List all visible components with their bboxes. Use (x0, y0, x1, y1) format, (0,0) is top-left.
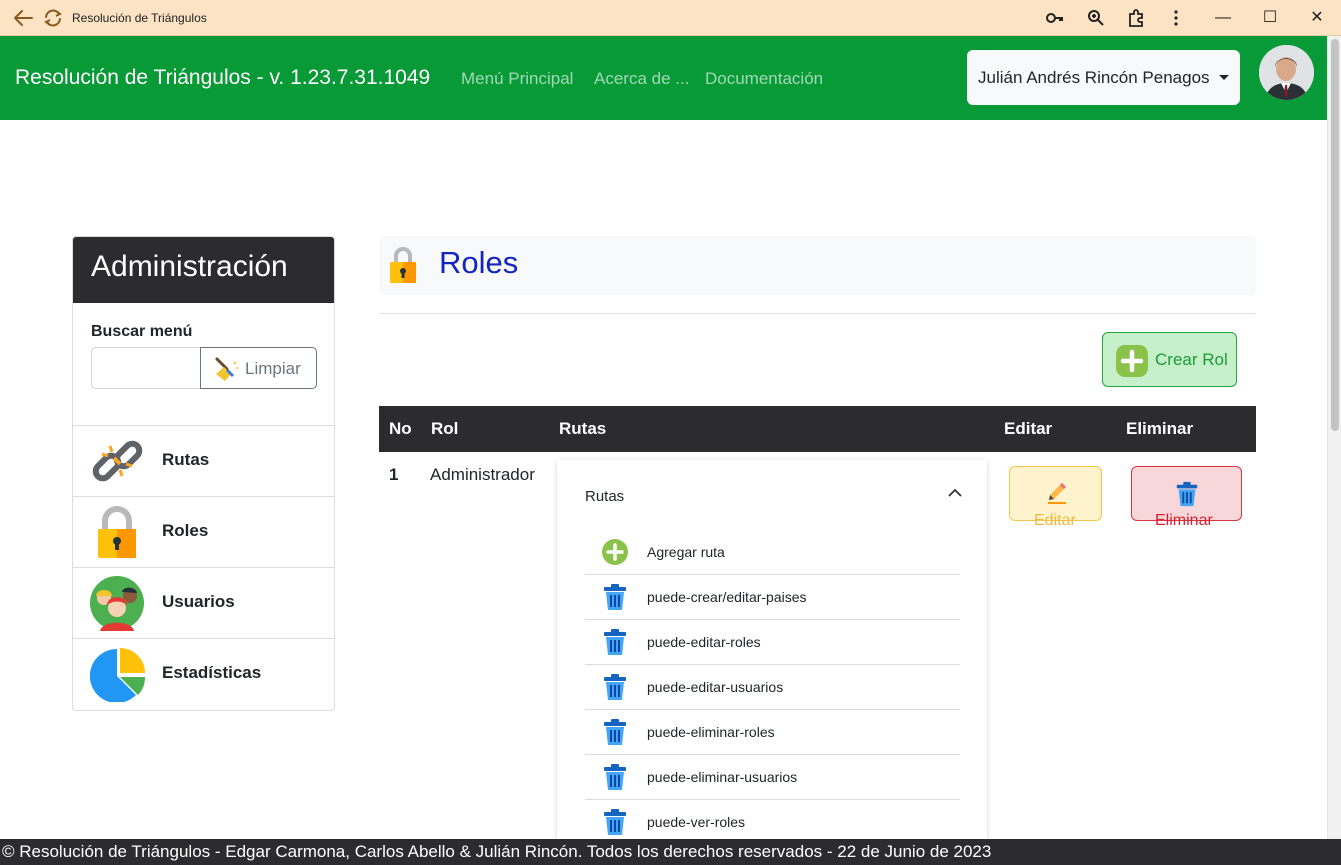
sidebar-item-rutas[interactable]: Rutas (73, 425, 334, 496)
route-label: puede-editar-usuarios (647, 679, 784, 695)
sidebar-item-label: Estadísticas (162, 663, 262, 682)
route-label: puede-eliminar-usuarios (647, 769, 798, 785)
trash-icon[interactable] (601, 673, 629, 701)
route-label: puede-crear/editar-paises (647, 589, 807, 605)
padlock-icon (90, 505, 145, 560)
padlock-icon (389, 246, 417, 284)
table-header: No Rol Rutas Editar Eliminar (379, 406, 1256, 452)
app-brand[interactable]: Resolución de Triángulos - v. 1.23.7.31.… (15, 66, 430, 90)
trash-icon[interactable] (601, 808, 629, 836)
column-header-rol: Rol (431, 419, 459, 438)
route-item[interactable]: puede-editar-usuarios (585, 665, 960, 710)
sidebar-item-label: Rutas (162, 450, 210, 469)
search-menu-label: Buscar menú (91, 323, 193, 340)
extensions-icon[interactable] (1126, 8, 1146, 28)
edit-role-button[interactable]: Editar (1009, 466, 1102, 529)
plus-icon (1115, 344, 1149, 378)
delete-role-label: Eliminar (1155, 512, 1213, 529)
column-header-eliminar: Eliminar (1126, 419, 1194, 438)
chevron-up-icon[interactable] (947, 486, 963, 498)
pencil-icon (1046, 481, 1068, 505)
row-number: 1 (389, 465, 399, 484)
route-item[interactable]: puede-crear/editar-paises (585, 575, 960, 620)
add-route-item[interactable]: Agregar ruta (585, 530, 960, 575)
back-arrow-icon[interactable] (12, 8, 34, 28)
top-navbar: Resolución de Triángulos - v. 1.23.7.31.… (0, 36, 1327, 120)
trash-icon[interactable] (601, 763, 629, 791)
route-item[interactable]: puede-eliminar-usuarios (585, 755, 960, 800)
user-name: Julián Andrés Rincón Penagos (978, 68, 1210, 87)
create-role-label: Crear Rol (1155, 350, 1228, 369)
trash-icon[interactable] (601, 718, 629, 746)
divider (379, 313, 1256, 314)
nav-link-main-menu[interactable]: Menú Principal (461, 69, 573, 89)
column-header-editar: Editar (1004, 419, 1053, 438)
clear-search-button[interactable]: Limpiar (200, 347, 317, 389)
zoom-icon[interactable] (1086, 8, 1106, 28)
user-dropdown[interactable]: Julián Andrés Rincón Penagos (967, 50, 1240, 105)
admin-sidebar: Administración Buscar menú Limpiar Rutas (72, 236, 335, 711)
page-title: Roles (439, 245, 519, 280)
window-titlebar: Resolución de Triángulos — ☐ ✕ (0, 0, 1341, 36)
sidebar-title: Administración (73, 237, 334, 303)
create-role-button[interactable]: Crear Rol (1102, 332, 1237, 387)
sidebar-item-estadisticas[interactable]: Estadísticas (73, 638, 334, 709)
routes-accordion-header[interactable]: Rutas (585, 488, 624, 505)
minimize-button[interactable]: — (1208, 6, 1238, 30)
route-label: puede-eliminar-roles (647, 724, 775, 740)
sidebar-item-label: Roles (162, 521, 209, 540)
chevron-down-icon (1219, 75, 1229, 80)
vertical-scrollbar[interactable] (1327, 36, 1341, 839)
trash-icon[interactable] (601, 583, 629, 611)
footer: © Resolución de Triángulos - Edgar Carmo… (0, 839, 1341, 865)
nav-link-about[interactable]: Acerca de ... (594, 69, 689, 89)
trash-icon (1174, 480, 1200, 508)
chain-link-icon (90, 434, 145, 489)
route-item[interactable]: puede-eliminar-roles (585, 710, 960, 755)
sidebar-item-usuarios[interactable]: Usuarios (73, 567, 334, 638)
trash-icon[interactable] (601, 628, 629, 656)
route-item[interactable]: puede-ver-roles (585, 800, 960, 839)
column-header-no: No (389, 419, 412, 438)
role-name: Administrador (430, 465, 535, 484)
add-route-label: Agregar ruta (647, 544, 725, 560)
column-header-rutas: Rutas (559, 419, 607, 438)
edit-role-label: Editar (1034, 512, 1076, 529)
more-menu-icon[interactable] (1166, 8, 1186, 28)
pie-chart-icon (89, 647, 146, 703)
search-menu-input[interactable] (91, 347, 201, 389)
key-icon[interactable] (1045, 8, 1065, 28)
page-header: Roles (379, 236, 1256, 295)
sidebar-item-roles[interactable]: Roles (73, 496, 334, 567)
route-item[interactable]: puede-editar-roles (585, 620, 960, 665)
avatar[interactable] (1259, 45, 1314, 100)
users-icon (90, 576, 145, 631)
sidebar-item-label: Usuarios (162, 592, 235, 611)
route-label: puede-editar-roles (647, 634, 761, 650)
delete-role-button[interactable]: Eliminar (1131, 466, 1242, 529)
clear-search-label: Limpiar (245, 359, 301, 378)
broom-icon (213, 356, 241, 382)
nav-link-documentation[interactable]: Documentación (705, 69, 823, 89)
window-title: Resolución de Triángulos (72, 11, 207, 25)
routes-accordion: Rutas Agregar ruta puede-crear/editar-pa… (557, 460, 987, 839)
plus-icon (601, 538, 629, 566)
close-button[interactable]: ✕ (1302, 6, 1332, 30)
route-label: puede-ver-roles (647, 814, 746, 830)
maximize-button[interactable]: ☐ (1255, 6, 1285, 30)
scrollbar-thumb[interactable] (1331, 39, 1339, 431)
refresh-icon[interactable] (42, 8, 64, 28)
